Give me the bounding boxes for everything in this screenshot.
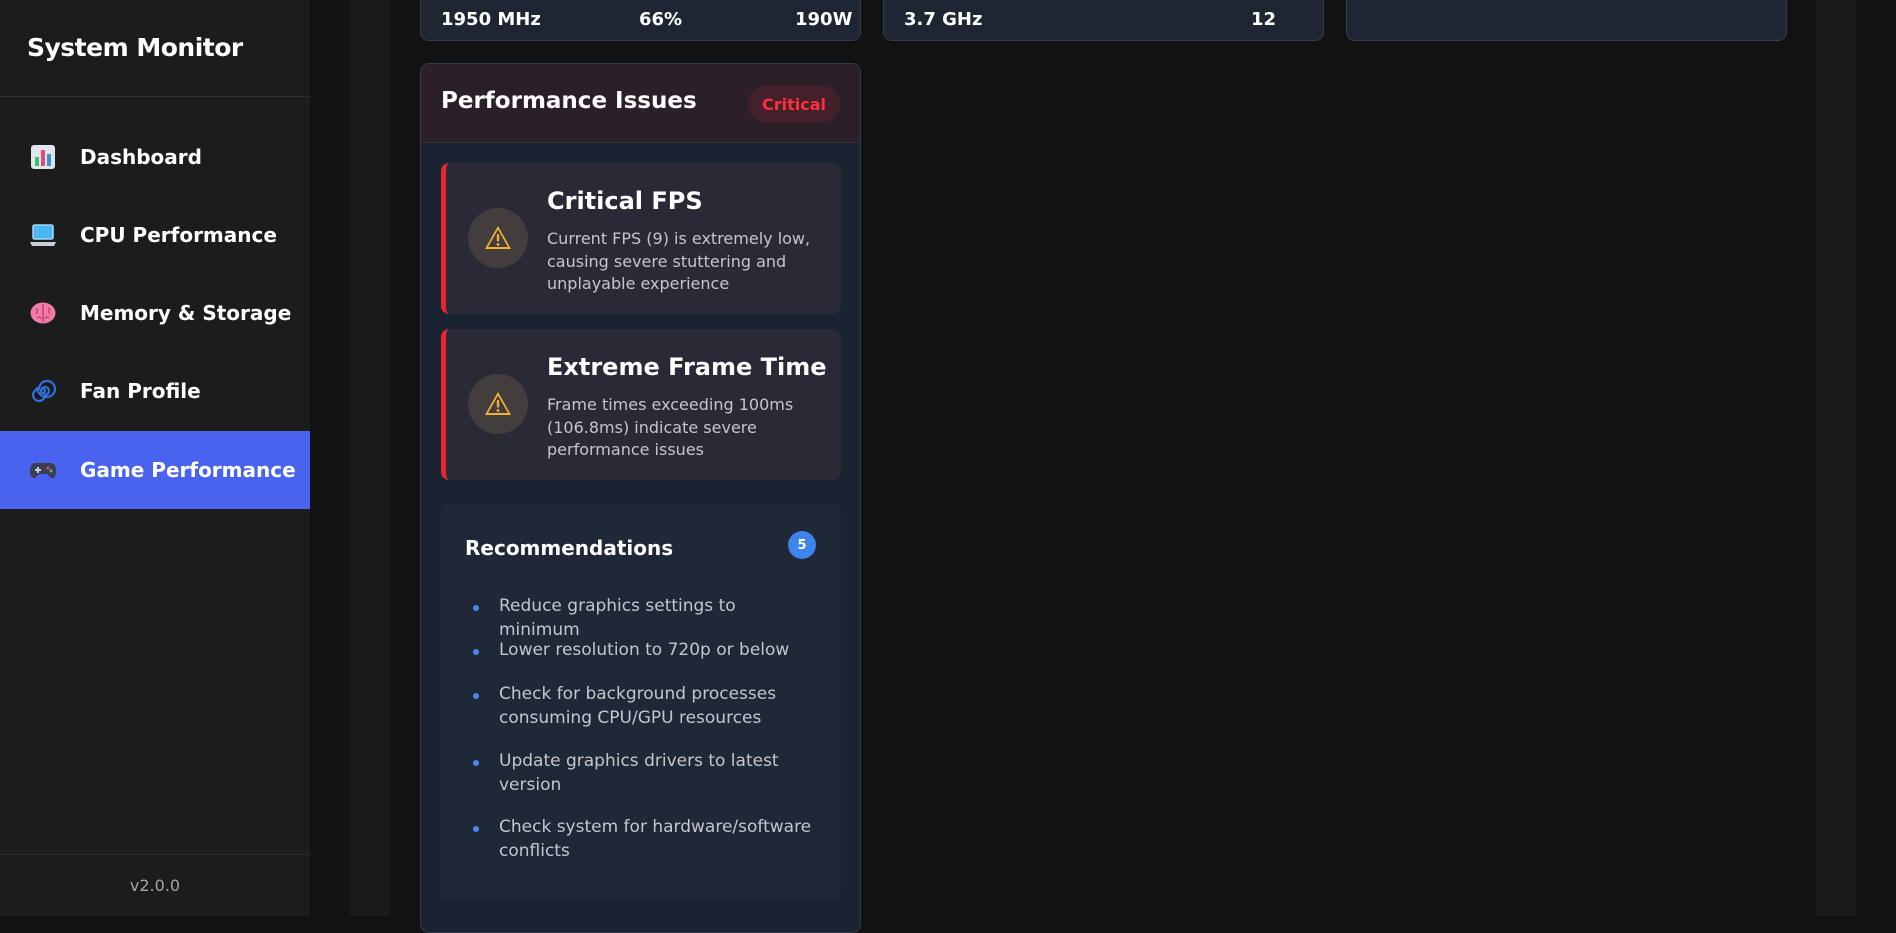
status-badge: Critical — [747, 85, 840, 123]
gpu-clock-value: 1950 MHz — [441, 9, 541, 30]
sidebar-item-label: Fan Profile — [80, 379, 201, 403]
issue-title: Critical FPS — [547, 187, 703, 215]
warning-icon — [468, 374, 528, 434]
recommendations-card: Recommendations 5 Reduce graphics settin… — [441, 504, 841, 900]
gpu-usage-value: 66% — [639, 9, 683, 30]
gpu-stats-card: 1950 MHz 66% 190W — [420, 0, 861, 41]
cpu-threads-value: 12 — [1251, 9, 1277, 30]
bar-chart-icon — [28, 142, 58, 172]
fan-swirl-icon — [28, 376, 58, 406]
issue-card-critical-fps: Critical FPS Current FPS (9) is extremel… — [441, 163, 841, 314]
laptop-icon — [28, 220, 58, 250]
bullet-icon — [473, 693, 479, 699]
bullet-icon — [473, 649, 479, 655]
performance-issues-panel: Performance Issues Critical Critical FPS… — [420, 63, 861, 933]
cpu-clock-value: 3.7 GHz — [904, 9, 983, 30]
stats-card — [1346, 0, 1787, 41]
app-title: System Monitor — [27, 33, 243, 62]
bullet-icon — [473, 605, 479, 611]
recommendation-item: Lower resolution to 720p or below — [499, 640, 790, 660]
divider — [0, 96, 310, 97]
version-label: v2.0.0 — [129, 876, 181, 895]
warning-icon — [468, 208, 528, 268]
brain-icon — [28, 298, 58, 328]
gamepad-icon — [28, 455, 58, 485]
panel-title: Performance Issues — [441, 88, 697, 114]
issue-description: Frame times exceeding 100ms (106.8ms) in… — [547, 395, 794, 459]
sidebar-item-cpu-performance[interactable]: CPU Performance — [0, 196, 310, 274]
sidebar: System Monitor Dashboard CPU Performance — [0, 0, 310, 916]
sidebar-item-label: CPU Performance — [80, 223, 277, 247]
sidebar-item-dashboard[interactable]: Dashboard — [0, 118, 310, 196]
recommendations-title: Recommendations — [465, 536, 674, 560]
sidebar-item-label: Memory & Storage — [80, 301, 292, 325]
bullet-icon — [473, 760, 479, 766]
panel-header: Performance Issues Critical — [421, 64, 860, 143]
sidebar-item-fan-profile[interactable]: Fan Profile — [0, 352, 310, 430]
cpu-stats-card: 3.7 GHz 12 — [883, 0, 1324, 41]
sidebar-item-game-performance[interactable]: Game Performance — [0, 431, 310, 509]
divider — [0, 854, 310, 855]
gpu-power-value: 190W — [795, 9, 853, 30]
recommendation-item: Check system for hardware/software confl… — [499, 817, 812, 861]
issue-description: Current FPS (9) is extremely low, causin… — [547, 229, 811, 293]
count-badge: 5 — [788, 531, 816, 559]
sidebar-item-label: Game Performance — [80, 458, 296, 482]
recommendation-item: Reduce graphics settings to minimum — [499, 596, 736, 640]
sidebar-item-label: Dashboard — [80, 145, 202, 169]
recommendation-item: Check for background processes consuming… — [499, 684, 777, 728]
issue-card-extreme-frame-time: Extreme Frame Time Frame times exceeding… — [441, 329, 841, 480]
issue-title: Extreme Frame Time — [547, 353, 827, 381]
sidebar-item-memory-storage[interactable]: Memory & Storage — [0, 274, 310, 352]
bullet-icon — [473, 826, 479, 832]
recommendation-item: Update graphics drivers to latest versio… — [499, 751, 779, 795]
